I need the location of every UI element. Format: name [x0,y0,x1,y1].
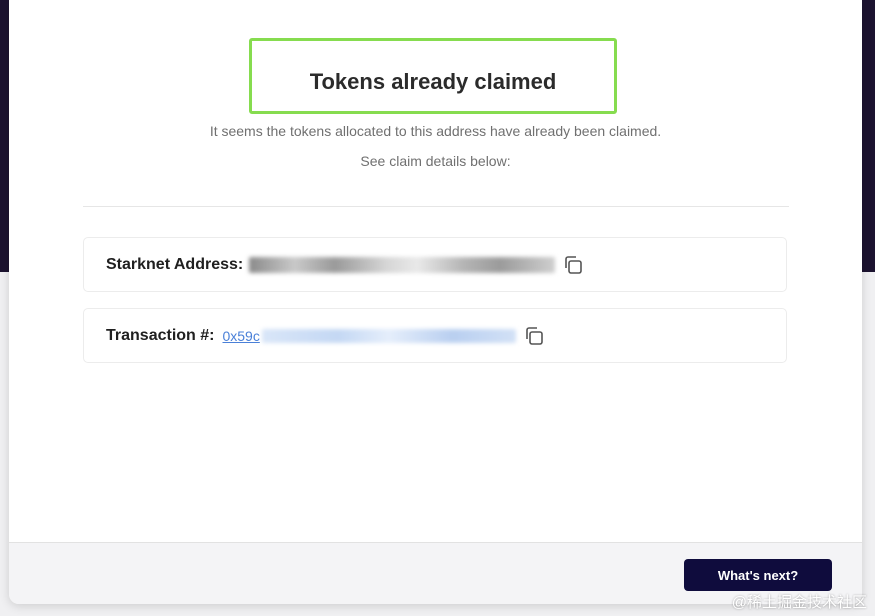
watermark: @稀土掘金技术社区 [731,594,867,611]
divider [83,206,789,207]
modal-description: It seems the tokens allocated to this ad… [209,123,662,139]
transaction-label: Transaction #: [106,326,215,344]
address-card: Starknet Address: [83,237,787,292]
transaction-link[interactable]: 0x59c [222,328,259,344]
copy-icon[interactable] [561,253,585,277]
details-prompt: See claim details below: [360,153,511,169]
title-highlight-box: Tokens already claimed [249,38,617,114]
whats-next-button[interactable]: What's next? [684,559,832,591]
address-label: Starknet Address: [106,255,244,273]
transaction-value-redacted [261,328,516,343]
modal-title: Tokens already claimed [309,69,557,94]
copy-icon[interactable] [522,324,546,348]
transaction-card: Transaction #: 0x59c [83,308,787,363]
claim-modal: Tokens already claimed It seems the toke… [9,0,862,604]
address-value-redacted [249,256,556,273]
